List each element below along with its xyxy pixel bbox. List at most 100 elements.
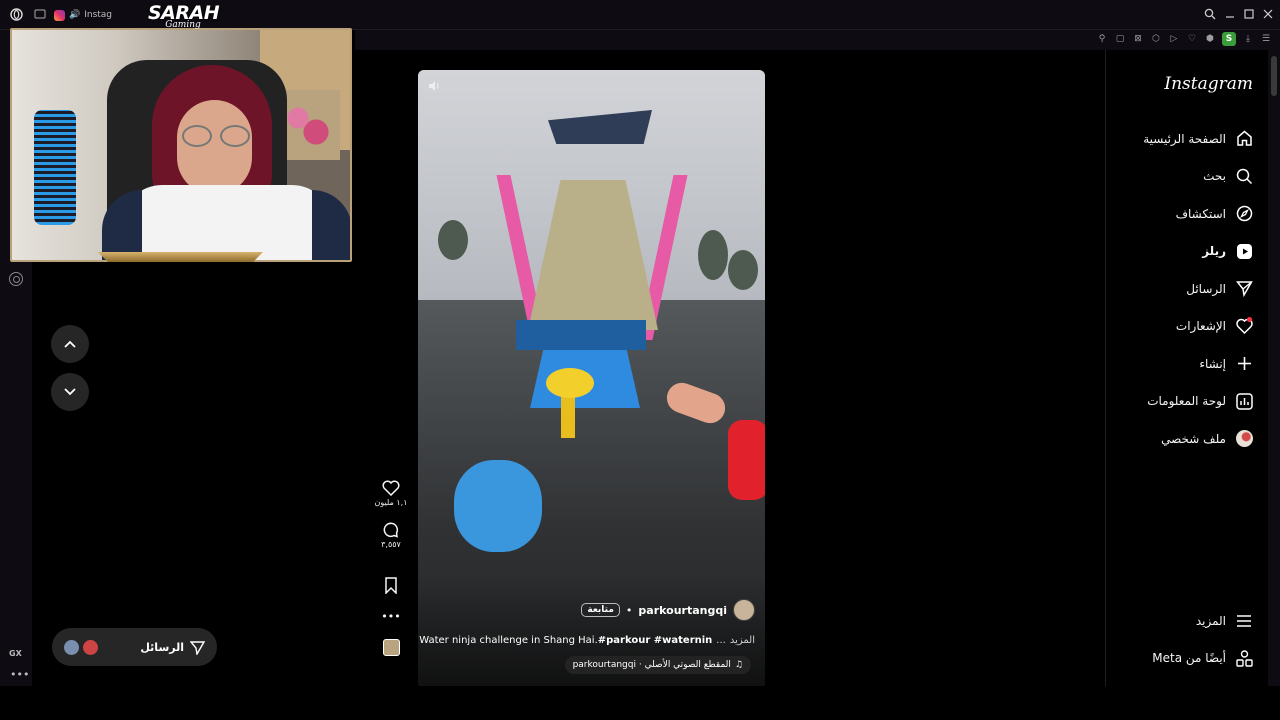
like-count: ١,١ مليون bbox=[374, 498, 408, 507]
page-scrollbar[interactable] bbox=[1268, 50, 1280, 686]
instagram-wordmark[interactable]: Instagram bbox=[1164, 74, 1253, 94]
nav-explore[interactable]: استكشاف bbox=[1105, 195, 1265, 233]
nav-home-label: الصفحة الرئيسية bbox=[1143, 131, 1226, 146]
heart-icon bbox=[1235, 317, 1253, 335]
nav-notifications-label: الإشعارات bbox=[1175, 319, 1226, 334]
nav-dashboard-label: لوحة المعلومات bbox=[1147, 394, 1226, 409]
heart-outline-icon[interactable]: ♡ bbox=[1186, 33, 1198, 45]
instagram-sidebar: Instagram الصفحة الرئيسية بحث استكشاف ري… bbox=[1105, 50, 1265, 686]
play-icon[interactable]: ▷ bbox=[1168, 33, 1180, 45]
nav-messages-label: الرسائل bbox=[1186, 281, 1226, 296]
more-options-button[interactable]: ••• bbox=[381, 610, 400, 623]
author-username[interactable]: parkourtangqi bbox=[638, 604, 727, 617]
tree bbox=[698, 230, 728, 280]
nav-create-label: إنشاء bbox=[1199, 356, 1226, 371]
instagram-favicon-icon bbox=[54, 9, 65, 21]
reels-icon bbox=[1235, 242, 1253, 260]
nav-also-from-meta-label: أيضًا من Meta bbox=[1152, 651, 1226, 666]
author-avatar[interactable] bbox=[733, 599, 755, 621]
heart-icon bbox=[382, 480, 400, 496]
caption-tags[interactable]: #parkour #waternin bbox=[598, 635, 713, 646]
download-icon[interactable]: ⤓ bbox=[1242, 33, 1254, 45]
search-tabs-icon[interactable] bbox=[1202, 6, 1218, 22]
chevron-up-icon bbox=[64, 340, 76, 348]
tab-title: Instag bbox=[84, 10, 113, 20]
tree bbox=[728, 250, 758, 290]
plus-icon bbox=[1235, 355, 1253, 373]
reel-caption[interactable]: المزيد ... Water ninja challenge in Shan… bbox=[419, 635, 755, 646]
opera-gx-logo-icon[interactable] bbox=[8, 6, 24, 22]
previous-reel-button[interactable] bbox=[51, 325, 89, 363]
volume-icon[interactable] bbox=[428, 80, 440, 95]
flowers-decoration bbox=[280, 90, 340, 160]
contact-avatar bbox=[83, 639, 98, 655]
like-button[interactable]: ١,١ مليون bbox=[374, 480, 408, 507]
nav-notifications[interactable]: الإشعارات bbox=[1105, 308, 1265, 346]
nav-more-label: المزيد bbox=[1195, 613, 1226, 628]
messages-icon bbox=[1235, 280, 1253, 298]
profile-s-icon[interactable]: S bbox=[1222, 32, 1236, 46]
avatar-icon bbox=[1235, 430, 1253, 448]
comment-count: ٣,٥٥٧ bbox=[381, 540, 401, 549]
speaker-icon[interactable]: 🔊 bbox=[69, 10, 80, 20]
nav-reels[interactable]: ريلز bbox=[1105, 233, 1265, 271]
stream-logo: SARAH Gaming bbox=[148, 2, 220, 42]
comment-button[interactable]: ٣,٥٥٧ bbox=[381, 521, 401, 549]
meta-apps-icon bbox=[1235, 649, 1253, 667]
caption-ellipsis: ... bbox=[716, 635, 726, 646]
cube-icon[interactable]: ⬡ bbox=[1150, 33, 1162, 45]
minimize-icon[interactable] bbox=[1222, 6, 1238, 22]
home-icon bbox=[1235, 130, 1253, 148]
easy-setup-icon[interactable]: ☰ bbox=[1260, 33, 1272, 45]
nav-profile[interactable]: ملف شخصي bbox=[1105, 420, 1265, 458]
chevron-down-icon bbox=[64, 388, 76, 396]
caption-prefix: Water ninja challenge in Shang Hai. bbox=[419, 635, 598, 646]
search-icon bbox=[1235, 167, 1253, 185]
reel-author-row: parkourtangqi • متابعة bbox=[581, 599, 755, 621]
pin-icon[interactable]: ⚲ bbox=[1096, 33, 1108, 45]
reel-actions: ١,١ مليون ٣,٥٥٧ ••• bbox=[370, 480, 412, 656]
nav-search-label: بحث bbox=[1203, 169, 1226, 184]
yellow-stepping-post bbox=[546, 368, 594, 398]
caption-more-link[interactable]: المزيد bbox=[730, 635, 755, 646]
blue-stepping-drum bbox=[454, 460, 542, 552]
close-icon[interactable] bbox=[1260, 6, 1276, 22]
nav-dashboard[interactable]: لوحة المعلومات bbox=[1105, 383, 1265, 421]
nav-messages[interactable]: الرسائل bbox=[1105, 270, 1265, 308]
nav-home[interactable]: الصفحة الرئيسية bbox=[1105, 120, 1265, 158]
messages-pill-label: الرسائل bbox=[140, 640, 184, 654]
separator-dot: • bbox=[625, 603, 633, 617]
dashboard-icon bbox=[1235, 392, 1253, 410]
nav-also-from-meta[interactable]: أيضًا من Meta bbox=[1105, 640, 1265, 678]
next-reel-button[interactable] bbox=[51, 373, 89, 411]
webcam-frame-accent bbox=[98, 252, 263, 262]
bookmark-icon bbox=[385, 577, 397, 594]
explore-icon bbox=[1235, 205, 1253, 223]
audio-track-button[interactable]: ♫ المقطع الصوتي الأصلي · parkourtangqi bbox=[564, 656, 751, 674]
more-icon[interactable]: ••• bbox=[10, 668, 29, 681]
snapshot-icon[interactable]: ▢ bbox=[1114, 33, 1126, 45]
shield-icon[interactable]: ⊠ bbox=[1132, 33, 1144, 45]
send-icon bbox=[190, 640, 205, 655]
nav-create[interactable]: إنشاء bbox=[1105, 345, 1265, 383]
gx-label: GX bbox=[9, 649, 22, 658]
puzzle-icon[interactable]: ⬢ bbox=[1204, 33, 1216, 45]
comment-icon bbox=[384, 522, 399, 538]
extensions-bar: ⚲ ▢ ⊠ ⬡ ▷ ♡ ⬢ S ⤓ ☰ bbox=[355, 30, 1280, 50]
tree bbox=[438, 220, 468, 260]
tab-overview-icon[interactable] bbox=[32, 6, 48, 22]
nav-more[interactable]: المزيد bbox=[1105, 602, 1265, 640]
settings-gear-icon[interactable] bbox=[9, 272, 23, 286]
reel-video[interactable]: parkourtangqi • متابعة المزيد ... Water … bbox=[418, 70, 765, 686]
bottom-bar bbox=[0, 686, 1280, 720]
audio-label: المقطع الصوتي الأصلي · parkourtangqi bbox=[572, 660, 731, 670]
messages-pill[interactable]: الرسائل bbox=[52, 628, 217, 666]
tab-instagram[interactable]: 🔊 Instag bbox=[54, 6, 134, 24]
ellipsis-icon: ••• bbox=[381, 610, 401, 623]
save-button[interactable] bbox=[384, 577, 398, 594]
nav-search[interactable]: بحث bbox=[1105, 158, 1265, 196]
follow-button[interactable]: متابعة bbox=[581, 603, 620, 617]
audio-thumbnail-button[interactable] bbox=[382, 639, 400, 656]
contact-avatar bbox=[64, 639, 79, 655]
maximize-icon[interactable] bbox=[1241, 6, 1257, 22]
